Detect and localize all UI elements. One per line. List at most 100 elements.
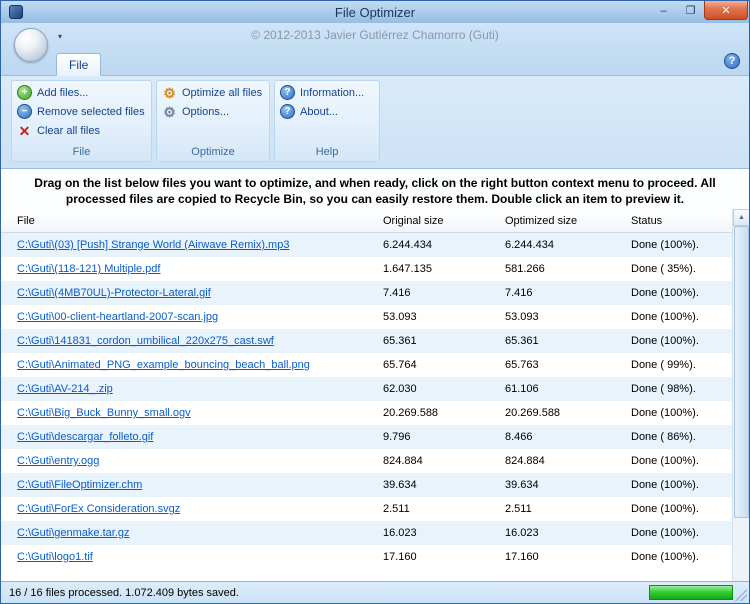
- add-files-icon: +: [17, 85, 32, 100]
- file-link[interactable]: C:\Guti\logo1.tif: [17, 551, 93, 563]
- scroll-up-icon[interactable]: ▲: [733, 209, 749, 226]
- vertical-scroll-thumb[interactable]: [734, 226, 749, 518]
- table-row[interactable]: C:\Guti\141831_cordon_umbilical_220x275_…: [1, 329, 732, 353]
- original-size-cell: 9.796: [383, 431, 411, 443]
- file-link[interactable]: C:\Guti\AV-214_.zip: [17, 383, 113, 395]
- optimize-gear-icon: ⚙: [163, 84, 176, 101]
- column-header-status[interactable]: Status: [629, 215, 732, 227]
- table-row[interactable]: C:\Guti\FileOptimizer.chm 39.634 39.634 …: [1, 473, 732, 497]
- table-row[interactable]: C:\Guti\logo1.tif 17.160 17.160 Done (10…: [1, 545, 732, 569]
- file-link[interactable]: C:\Guti\FileOptimizer.chm: [17, 479, 142, 491]
- optimize-all-files-button[interactable]: ⚙ Optimize all files: [159, 83, 267, 102]
- optimized-size-cell: 6.244.434: [505, 239, 554, 251]
- information-icon: ?: [280, 85, 295, 100]
- add-files-button[interactable]: + Add files...: [14, 83, 149, 102]
- clear-all-files-button[interactable]: ✕ Clear all files: [14, 121, 149, 140]
- vertical-scrollbar[interactable]: ▲ ▼: [732, 209, 749, 603]
- optimize-all-files-label: Optimize all files: [182, 86, 263, 99]
- status-cell: Done (100%).: [631, 503, 699, 515]
- add-files-label: Add files...: [37, 86, 89, 99]
- titlebar[interactable]: File Optimizer – ❐ ✕: [1, 1, 749, 23]
- table-row[interactable]: C:\Guti\(4MB70UL)-Protector-Lateral.gif …: [1, 281, 732, 305]
- table-row[interactable]: C:\Guti\AV-214_.zip 62.030 61.106 Done (…: [1, 377, 732, 401]
- optimized-size-cell: 2.511: [505, 503, 532, 515]
- table-row[interactable]: C:\Guti\(118-121) Multiple.pdf 1.647.135…: [1, 257, 732, 281]
- status-cell: Done (100%).: [631, 455, 699, 467]
- original-size-cell: 39.634: [383, 479, 417, 491]
- file-link[interactable]: C:\Guti\(118-121) Multiple.pdf: [17, 263, 160, 275]
- optimized-size-cell: 16.023: [505, 527, 539, 539]
- about-button[interactable]: ? About...: [277, 102, 377, 121]
- options-gear-icon: ⚙: [163, 103, 176, 120]
- optimized-size-cell: 39.634: [505, 479, 539, 491]
- optimized-size-cell: 65.763: [505, 359, 539, 371]
- optimized-size-cell: 17.160: [505, 551, 539, 563]
- column-header-original-size[interactable]: Original size: [381, 215, 503, 227]
- optimized-size-cell: 61.106: [505, 383, 539, 395]
- status-cell: Done (100%).: [631, 527, 699, 539]
- file-link[interactable]: C:\Guti\141831_cordon_umbilical_220x275_…: [17, 335, 274, 347]
- table-row[interactable]: C:\Guti\(03) [Push] Strange World (Airwa…: [1, 233, 732, 257]
- status-text: 16 / 16 files processed. 1.072.409 bytes…: [9, 586, 239, 599]
- file-link[interactable]: C:\Guti\descargar_folleto.gif: [17, 431, 153, 443]
- table-row[interactable]: C:\Guti\descargar_folleto.gif 9.796 8.46…: [1, 425, 732, 449]
- app-window: File Optimizer – ❐ ✕ © 2012-2013 Javier …: [0, 0, 750, 604]
- file-link[interactable]: C:\Guti\Animated_PNG_example_bouncing_be…: [17, 359, 310, 371]
- content-area: Drag on the list below files you want to…: [1, 168, 749, 603]
- maximize-button[interactable]: ❐: [677, 1, 704, 20]
- table-row[interactable]: C:\Guti\Animated_PNG_example_bouncing_be…: [1, 353, 732, 377]
- optimized-size-cell: 8.466: [505, 431, 533, 443]
- original-size-cell: 1.647.135: [383, 263, 432, 275]
- file-link[interactable]: C:\Guti\ForEx Consideration.svgz: [17, 503, 180, 515]
- resize-grip[interactable]: [735, 589, 747, 601]
- application-menu-orb[interactable]: [14, 28, 48, 62]
- file-link[interactable]: C:\Guti\entry.ogg: [17, 455, 99, 467]
- minimize-button[interactable]: –: [650, 1, 677, 20]
- column-header-file[interactable]: File: [1, 215, 381, 227]
- column-header-optimized-size[interactable]: Optimized size: [503, 215, 629, 227]
- ribbon-group-optimize-label: Optimize: [191, 146, 235, 158]
- window-title: File Optimizer: [334, 4, 416, 20]
- ribbon-tab-row: ▾ File ?: [1, 28, 749, 76]
- ribbon-group-optimize: ⚙ Optimize all files ⚙ Options... Optimi…: [156, 80, 270, 162]
- quick-access-dropdown[interactable]: ▾: [55, 32, 65, 42]
- instructions-text: Drag on the list below files you want to…: [1, 169, 749, 209]
- original-size-cell: 65.361: [383, 335, 417, 347]
- tab-file[interactable]: File: [56, 53, 102, 76]
- status-cell: Done ( 86%).: [631, 431, 696, 443]
- ribbon-group-file: + Add files... − Remove selected files ✕…: [11, 80, 152, 162]
- table-row[interactable]: C:\Guti\Big_Buck_Bunny_small.ogv 20.269.…: [1, 401, 732, 425]
- optimized-size-cell: 581.266: [505, 263, 545, 275]
- file-link[interactable]: C:\Guti\00-client-heartland-2007-scan.jp…: [17, 311, 218, 323]
- original-size-cell: 53.093: [383, 311, 417, 323]
- file-link[interactable]: C:\Guti\genmake.tar.gz: [17, 527, 130, 539]
- window-controls: – ❐ ✕: [650, 1, 748, 20]
- table-row[interactable]: C:\Guti\genmake.tar.gz 16.023 16.023 Don…: [1, 521, 732, 545]
- remove-selected-files-button[interactable]: − Remove selected files: [14, 102, 149, 121]
- table-row[interactable]: C:\Guti\ForEx Consideration.svgz 2.511 2…: [1, 497, 732, 521]
- optimized-size-cell: 53.093: [505, 311, 539, 323]
- file-link[interactable]: C:\Guti\(4MB70UL)-Protector-Lateral.gif: [17, 287, 211, 299]
- file-link[interactable]: C:\Guti\Big_Buck_Bunny_small.ogv: [17, 407, 191, 419]
- original-size-cell: 7.416: [383, 287, 411, 299]
- status-cell: Done (100%).: [631, 335, 699, 347]
- status-cell: Done ( 98%).: [631, 383, 696, 395]
- help-icon[interactable]: ?: [724, 53, 740, 69]
- close-button[interactable]: ✕: [704, 1, 748, 20]
- options-button[interactable]: ⚙ Options...: [159, 102, 267, 121]
- clear-all-files-label: Clear all files: [37, 124, 100, 137]
- file-link[interactable]: C:\Guti\(03) [Push] Strange World (Airwa…: [17, 239, 289, 251]
- ribbon-group-help: ? Information... ? About... Help: [274, 80, 380, 162]
- information-button[interactable]: ? Information...: [277, 83, 377, 102]
- progress-bar: [649, 585, 733, 600]
- table-row[interactable]: C:\Guti\00-client-heartland-2007-scan.jp…: [1, 305, 732, 329]
- about-icon: ?: [280, 104, 295, 119]
- information-label: Information...: [300, 86, 365, 99]
- table-row[interactable]: C:\Guti\entry.ogg 824.884 824.884 Done (…: [1, 449, 732, 473]
- original-size-cell: 16.023: [383, 527, 417, 539]
- status-cell: Done ( 99%).: [631, 359, 696, 371]
- status-cell: Done (100%).: [631, 479, 699, 491]
- copyright-text: © 2012-2013 Javier Gutiérrez Chamorro (G…: [251, 27, 499, 42]
- file-table: File Original size Optimized size Status…: [1, 209, 732, 603]
- ribbon-group-file-label: File: [72, 146, 91, 158]
